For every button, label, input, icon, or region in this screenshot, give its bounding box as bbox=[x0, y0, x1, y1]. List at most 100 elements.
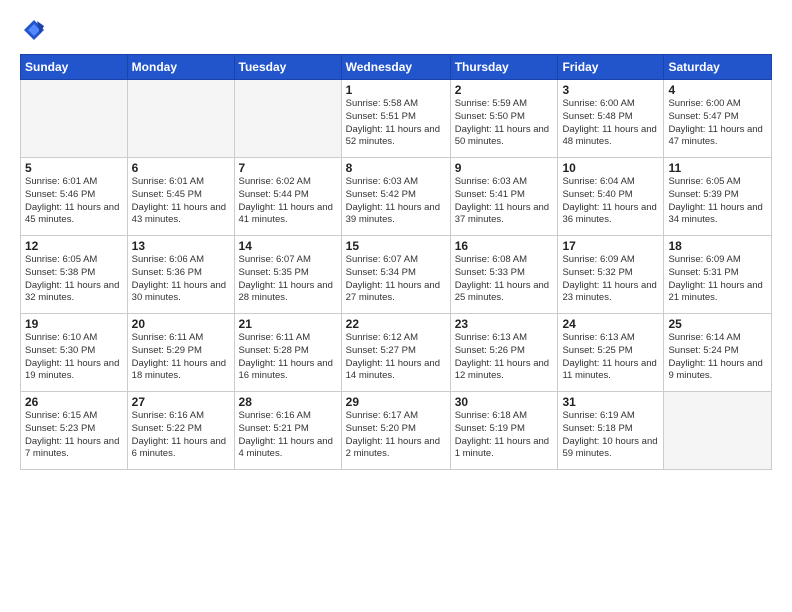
weekday-header: Thursday bbox=[450, 55, 558, 80]
day-number: 20 bbox=[132, 317, 230, 331]
day-info: Sunrise: 6:03 AMSunset: 5:41 PMDaylight:… bbox=[455, 176, 554, 227]
day-info: Sunrise: 6:15 AMSunset: 5:23 PMDaylight:… bbox=[25, 410, 123, 461]
day-info: Sunrise: 6:02 AMSunset: 5:44 PMDaylight:… bbox=[239, 176, 337, 227]
calendar-day-cell: 27Sunrise: 6:16 AMSunset: 5:22 PMDayligh… bbox=[127, 392, 234, 470]
day-number: 1 bbox=[346, 83, 446, 97]
weekday-header: Sunday bbox=[21, 55, 128, 80]
weekday-header: Saturday bbox=[664, 55, 772, 80]
day-number: 24 bbox=[562, 317, 659, 331]
day-number: 17 bbox=[562, 239, 659, 253]
calendar-day-cell: 8Sunrise: 6:03 AMSunset: 5:42 PMDaylight… bbox=[341, 158, 450, 236]
calendar-day-cell: 9Sunrise: 6:03 AMSunset: 5:41 PMDaylight… bbox=[450, 158, 558, 236]
day-info: Sunrise: 6:00 AMSunset: 5:48 PMDaylight:… bbox=[562, 98, 659, 149]
day-number: 30 bbox=[455, 395, 554, 409]
day-number: 9 bbox=[455, 161, 554, 175]
calendar-day-cell: 24Sunrise: 6:13 AMSunset: 5:25 PMDayligh… bbox=[558, 314, 664, 392]
calendar-day-cell bbox=[21, 80, 128, 158]
day-number: 31 bbox=[562, 395, 659, 409]
day-number: 2 bbox=[455, 83, 554, 97]
day-number: 27 bbox=[132, 395, 230, 409]
day-info: Sunrise: 5:58 AMSunset: 5:51 PMDaylight:… bbox=[346, 98, 446, 149]
page: SundayMondayTuesdayWednesdayThursdayFrid… bbox=[0, 0, 792, 612]
day-number: 22 bbox=[346, 317, 446, 331]
day-info: Sunrise: 6:18 AMSunset: 5:19 PMDaylight:… bbox=[455, 410, 554, 461]
calendar-day-cell: 1Sunrise: 5:58 AMSunset: 5:51 PMDaylight… bbox=[341, 80, 450, 158]
day-number: 18 bbox=[668, 239, 767, 253]
calendar-week-row: 12Sunrise: 6:05 AMSunset: 5:38 PMDayligh… bbox=[21, 236, 772, 314]
day-info: Sunrise: 6:17 AMSunset: 5:20 PMDaylight:… bbox=[346, 410, 446, 461]
calendar-day-cell: 10Sunrise: 6:04 AMSunset: 5:40 PMDayligh… bbox=[558, 158, 664, 236]
day-number: 13 bbox=[132, 239, 230, 253]
calendar-day-cell bbox=[664, 392, 772, 470]
day-info: Sunrise: 6:03 AMSunset: 5:42 PMDaylight:… bbox=[346, 176, 446, 227]
calendar-day-cell: 11Sunrise: 6:05 AMSunset: 5:39 PMDayligh… bbox=[664, 158, 772, 236]
day-number: 23 bbox=[455, 317, 554, 331]
day-info: Sunrise: 6:14 AMSunset: 5:24 PMDaylight:… bbox=[668, 332, 767, 383]
calendar-day-cell: 18Sunrise: 6:09 AMSunset: 5:31 PMDayligh… bbox=[664, 236, 772, 314]
day-info: Sunrise: 5:59 AMSunset: 5:50 PMDaylight:… bbox=[455, 98, 554, 149]
calendar-day-cell: 2Sunrise: 5:59 AMSunset: 5:50 PMDaylight… bbox=[450, 80, 558, 158]
day-number: 19 bbox=[25, 317, 123, 331]
day-number: 16 bbox=[455, 239, 554, 253]
calendar-day-cell bbox=[127, 80, 234, 158]
day-info: Sunrise: 6:13 AMSunset: 5:25 PMDaylight:… bbox=[562, 332, 659, 383]
day-info: Sunrise: 6:07 AMSunset: 5:35 PMDaylight:… bbox=[239, 254, 337, 305]
weekday-header: Wednesday bbox=[341, 55, 450, 80]
calendar-day-cell: 14Sunrise: 6:07 AMSunset: 5:35 PMDayligh… bbox=[234, 236, 341, 314]
day-info: Sunrise: 6:13 AMSunset: 5:26 PMDaylight:… bbox=[455, 332, 554, 383]
calendar-day-cell: 26Sunrise: 6:15 AMSunset: 5:23 PMDayligh… bbox=[21, 392, 128, 470]
day-info: Sunrise: 6:11 AMSunset: 5:29 PMDaylight:… bbox=[132, 332, 230, 383]
day-number: 25 bbox=[668, 317, 767, 331]
day-info: Sunrise: 6:01 AMSunset: 5:45 PMDaylight:… bbox=[132, 176, 230, 227]
day-info: Sunrise: 6:05 AMSunset: 5:39 PMDaylight:… bbox=[668, 176, 767, 227]
logo bbox=[20, 16, 52, 44]
day-number: 8 bbox=[346, 161, 446, 175]
day-number: 3 bbox=[562, 83, 659, 97]
calendar-week-row: 5Sunrise: 6:01 AMSunset: 5:46 PMDaylight… bbox=[21, 158, 772, 236]
day-info: Sunrise: 6:09 AMSunset: 5:31 PMDaylight:… bbox=[668, 254, 767, 305]
calendar-day-cell: 23Sunrise: 6:13 AMSunset: 5:26 PMDayligh… bbox=[450, 314, 558, 392]
day-info: Sunrise: 6:12 AMSunset: 5:27 PMDaylight:… bbox=[346, 332, 446, 383]
day-number: 7 bbox=[239, 161, 337, 175]
day-info: Sunrise: 6:08 AMSunset: 5:33 PMDaylight:… bbox=[455, 254, 554, 305]
calendar-week-row: 19Sunrise: 6:10 AMSunset: 5:30 PMDayligh… bbox=[21, 314, 772, 392]
weekday-header: Friday bbox=[558, 55, 664, 80]
day-info: Sunrise: 6:10 AMSunset: 5:30 PMDaylight:… bbox=[25, 332, 123, 383]
calendar-day-cell: 3Sunrise: 6:00 AMSunset: 5:48 PMDaylight… bbox=[558, 80, 664, 158]
day-number: 28 bbox=[239, 395, 337, 409]
day-number: 5 bbox=[25, 161, 123, 175]
day-number: 14 bbox=[239, 239, 337, 253]
day-info: Sunrise: 6:06 AMSunset: 5:36 PMDaylight:… bbox=[132, 254, 230, 305]
day-info: Sunrise: 6:04 AMSunset: 5:40 PMDaylight:… bbox=[562, 176, 659, 227]
calendar-week-row: 1Sunrise: 5:58 AMSunset: 5:51 PMDaylight… bbox=[21, 80, 772, 158]
day-info: Sunrise: 6:11 AMSunset: 5:28 PMDaylight:… bbox=[239, 332, 337, 383]
day-info: Sunrise: 6:00 AMSunset: 5:47 PMDaylight:… bbox=[668, 98, 767, 149]
weekday-header: Monday bbox=[127, 55, 234, 80]
calendar-day-cell bbox=[234, 80, 341, 158]
calendar-day-cell: 4Sunrise: 6:00 AMSunset: 5:47 PMDaylight… bbox=[664, 80, 772, 158]
calendar-table: SundayMondayTuesdayWednesdayThursdayFrid… bbox=[20, 54, 772, 470]
calendar-day-cell: 7Sunrise: 6:02 AMSunset: 5:44 PMDaylight… bbox=[234, 158, 341, 236]
day-number: 4 bbox=[668, 83, 767, 97]
day-info: Sunrise: 6:09 AMSunset: 5:32 PMDaylight:… bbox=[562, 254, 659, 305]
calendar-week-row: 26Sunrise: 6:15 AMSunset: 5:23 PMDayligh… bbox=[21, 392, 772, 470]
day-info: Sunrise: 6:07 AMSunset: 5:34 PMDaylight:… bbox=[346, 254, 446, 305]
generalblue-logo-icon bbox=[20, 16, 48, 44]
weekday-header: Tuesday bbox=[234, 55, 341, 80]
day-info: Sunrise: 6:16 AMSunset: 5:21 PMDaylight:… bbox=[239, 410, 337, 461]
day-info: Sunrise: 6:16 AMSunset: 5:22 PMDaylight:… bbox=[132, 410, 230, 461]
day-number: 12 bbox=[25, 239, 123, 253]
day-number: 6 bbox=[132, 161, 230, 175]
calendar-day-cell: 25Sunrise: 6:14 AMSunset: 5:24 PMDayligh… bbox=[664, 314, 772, 392]
calendar-day-cell: 13Sunrise: 6:06 AMSunset: 5:36 PMDayligh… bbox=[127, 236, 234, 314]
calendar-day-cell: 30Sunrise: 6:18 AMSunset: 5:19 PMDayligh… bbox=[450, 392, 558, 470]
day-number: 29 bbox=[346, 395, 446, 409]
day-number: 15 bbox=[346, 239, 446, 253]
day-info: Sunrise: 6:19 AMSunset: 5:18 PMDaylight:… bbox=[562, 410, 659, 461]
calendar-day-cell: 22Sunrise: 6:12 AMSunset: 5:27 PMDayligh… bbox=[341, 314, 450, 392]
calendar-day-cell: 21Sunrise: 6:11 AMSunset: 5:28 PMDayligh… bbox=[234, 314, 341, 392]
calendar-day-cell: 5Sunrise: 6:01 AMSunset: 5:46 PMDaylight… bbox=[21, 158, 128, 236]
day-info: Sunrise: 6:01 AMSunset: 5:46 PMDaylight:… bbox=[25, 176, 123, 227]
day-info: Sunrise: 6:05 AMSunset: 5:38 PMDaylight:… bbox=[25, 254, 123, 305]
header bbox=[20, 16, 772, 44]
